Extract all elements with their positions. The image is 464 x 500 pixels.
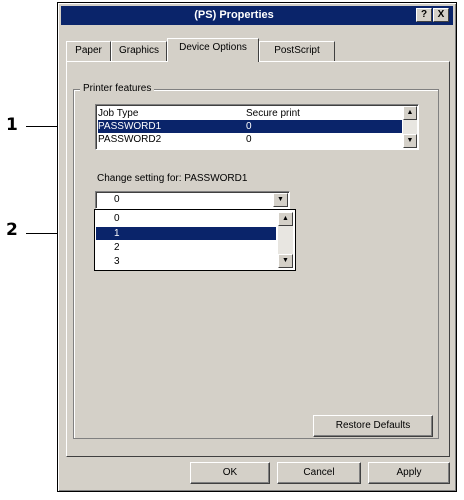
dropdown-option[interactable]: 0 — [96, 212, 276, 225]
tab-postscript[interactable]: PostScript — [259, 41, 335, 61]
window-title: (PS) Properties — [194, 9, 274, 21]
help-button[interactable]: ? — [416, 8, 432, 22]
chevron-down-icon[interactable]: ▼ — [273, 193, 288, 207]
ok-button[interactable]: OK — [190, 462, 270, 484]
list-item-name: PASSWORD1 — [98, 121, 162, 132]
change-setting-label: Change setting for: PASSWORD1 — [97, 173, 248, 184]
scroll-up-arrow-icon[interactable]: ▲ — [403, 106, 417, 120]
callout-1: 1 — [6, 115, 18, 135]
cancel-button[interactable]: Cancel — [277, 462, 361, 484]
list-item-value: 0 — [246, 134, 252, 145]
tab-device-options[interactable]: Device Options — [167, 38, 259, 62]
dropdown-option[interactable]: 3 — [96, 255, 276, 268]
list-item-password2[interactable]: PASSWORD2 0 — [98, 133, 402, 146]
setting-dropdown-list[interactable]: 0 1 2 3 ▲ ▼ — [94, 209, 296, 271]
list-item-name: PASSWORD2 — [98, 134, 162, 145]
dropdown-scrollbar[interactable]: ▲ ▼ — [278, 212, 293, 268]
dropdown-option[interactable]: 2 — [96, 241, 276, 254]
header-job-type: Job Type — [98, 108, 139, 119]
list-scrollbar[interactable]: ▲ ▼ — [403, 106, 417, 148]
header-secure-print: Secure print — [246, 108, 300, 119]
callout-2: 2 — [6, 220, 18, 240]
list-header: Job Type Secure print — [98, 107, 398, 120]
restore-defaults-button[interactable]: Restore Defaults — [313, 415, 433, 437]
close-button[interactable]: X — [433, 8, 449, 22]
tab-paper[interactable]: Paper — [66, 41, 111, 61]
list-item-value: 0 — [246, 121, 252, 132]
title-bar: (PS) Properties ? X — [61, 6, 453, 25]
setting-combobox[interactable]: 0 ▼ — [95, 191, 290, 209]
combobox-value: 0 — [114, 194, 120, 205]
scroll-up-arrow-icon[interactable]: ▲ — [278, 212, 293, 226]
printer-features-legend: Printer features — [80, 83, 155, 94]
printer-features-list[interactable]: Job Type Secure print PASSWORD1 0 PASSWO… — [95, 104, 419, 150]
apply-button[interactable]: Apply — [368, 462, 450, 484]
tab-graphics[interactable]: Graphics — [111, 41, 167, 61]
list-item-password1[interactable]: PASSWORD1 0 — [98, 120, 402, 133]
scroll-down-arrow-icon[interactable]: ▼ — [278, 254, 293, 268]
scroll-down-arrow-icon[interactable]: ▼ — [403, 134, 417, 148]
dropdown-option-selected[interactable]: 1 — [96, 227, 276, 240]
